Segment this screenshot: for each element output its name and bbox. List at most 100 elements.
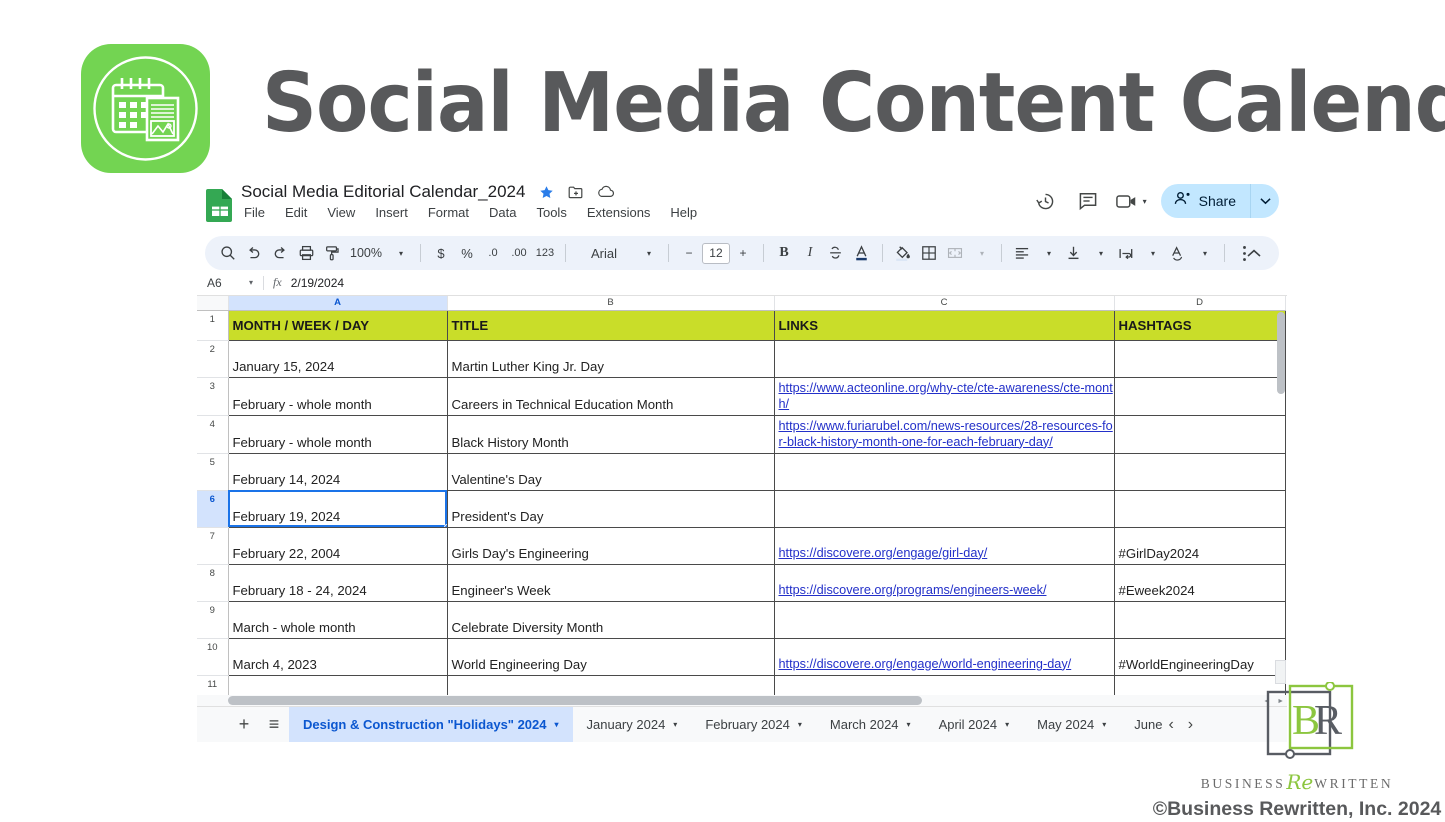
cell-d9[interactable] <box>1113 600 1286 639</box>
share-dropdown-caret-icon[interactable] <box>1251 184 1279 218</box>
comment-icon[interactable] <box>1074 187 1102 215</box>
chevron-right-icon[interactable]: › <box>1188 716 1193 734</box>
cell-b6[interactable]: President's Day <box>446 489 775 528</box>
decrease-decimal-button[interactable]: .0 <box>480 240 506 266</box>
cell-b10[interactable]: World Engineering Day <box>446 637 775 676</box>
link[interactable]: https://discovere.org/engage/world-engin… <box>779 657 1072 671</box>
row-header[interactable]: 7 <box>197 527 229 565</box>
link[interactable]: https://discovere.org/programs/engineers… <box>779 583 1047 597</box>
vertical-align-icon[interactable] <box>1061 240 1087 266</box>
history-clock-icon[interactable] <box>1032 187 1060 215</box>
row-header[interactable]: 4 <box>197 415 229 454</box>
more-formats-button[interactable]: 123 <box>532 240 558 266</box>
chevron-down-icon[interactable]: ▾ <box>673 720 677 729</box>
row-header[interactable]: 1 <box>197 310 229 341</box>
cell-d8[interactable]: #Eweek2024 <box>1113 563 1286 602</box>
cell-c3[interactable]: https://www.acteonline.org/why-cte/cte-a… <box>773 376 1115 416</box>
cell-a6[interactable]: February 19, 2024 <box>227 489 448 528</box>
cell-a1[interactable]: MONTH / WEEK / DAY <box>227 309 448 341</box>
fill-handle[interactable] <box>443 523 446 526</box>
menu-format[interactable]: Format <box>425 204 472 221</box>
link[interactable]: https://www.acteonline.org/why-cte/cte-a… <box>779 381 1113 411</box>
menu-view[interactable]: View <box>324 204 358 221</box>
cell-b7[interactable]: Girls Day's Engineering <box>446 526 775 565</box>
row-header[interactable]: 8 <box>197 564 229 602</box>
undo-icon[interactable] <box>241 240 267 266</box>
document-title[interactable]: Social Media Editorial Calendar_2024 <box>241 182 525 202</box>
zoom-dropdown-caret-icon[interactable]: ▾ <box>387 240 413 266</box>
row-header[interactable]: 10 <box>197 638 229 676</box>
column-header-c[interactable]: C <box>774 296 1115 311</box>
cell-c9[interactable] <box>773 600 1115 639</box>
menu-help[interactable]: Help <box>667 204 700 221</box>
share-button[interactable]: Share <box>1160 184 1279 218</box>
cell-c10[interactable]: https://discovere.org/engage/world-engin… <box>773 637 1115 676</box>
row-header[interactable]: 5 <box>197 453 229 491</box>
column-header-d[interactable]: D <box>1114 296 1286 311</box>
formula-input[interactable]: 2/19/2024 <box>291 276 344 290</box>
cell-b4[interactable]: Black History Month <box>446 414 775 454</box>
merge-cells-icon[interactable] <box>942 240 968 266</box>
increase-font-size-button[interactable]: + <box>730 240 756 266</box>
row-header[interactable]: 9 <box>197 601 229 639</box>
cell-d7[interactable]: #GirlDay2024 <box>1113 526 1286 565</box>
cell-b1[interactable]: TITLE <box>446 309 775 341</box>
redo-icon[interactable] <box>267 240 293 266</box>
chevron-down-icon[interactable]: ▾ <box>1141 197 1147 206</box>
name-box[interactable]: A6 <box>207 276 249 290</box>
merge-dropdown-caret-icon[interactable]: ▾ <box>968 240 994 266</box>
search-icon[interactable] <box>215 240 241 266</box>
chevron-down-icon[interactable]: ▾ <box>555 720 559 729</box>
fill-color-icon[interactable] <box>890 240 916 266</box>
cell-c4[interactable]: https://www.furiarubel.com/news-resource… <box>773 414 1115 454</box>
align-dropdown-caret-icon[interactable]: ▾ <box>1035 240 1061 266</box>
wrap-dropdown-caret-icon[interactable]: ▾ <box>1139 240 1165 266</box>
scroll-down-button[interactable] <box>1275 660 1286 684</box>
name-box-caret-icon[interactable]: ▾ <box>249 278 253 287</box>
text-color-icon[interactable] <box>849 240 875 266</box>
cell-c5[interactable] <box>773 452 1115 491</box>
cell-a4[interactable]: February - whole month <box>227 414 448 454</box>
spreadsheet-grid[interactable]: A B C D 1 MONTH / WEEK / DAY TITLE LINKS… <box>197 296 1287 706</box>
cell-d6[interactable] <box>1113 489 1286 528</box>
text-rotation-icon[interactable] <box>1165 240 1191 266</box>
sheet-tab-january-2024[interactable]: January 2024 ▾ <box>573 707 692 742</box>
menu-edit[interactable]: Edit <box>282 204 310 221</box>
cell-a8[interactable]: February 18 - 24, 2024 <box>227 563 448 602</box>
cell-d3[interactable] <box>1113 376 1286 416</box>
cell-c7[interactable]: https://discovere.org/engage/girl-day/ <box>773 526 1115 565</box>
cloud-saved-icon[interactable] <box>597 183 615 201</box>
valign-dropdown-caret-icon[interactable]: ▾ <box>1087 240 1113 266</box>
meet-video-button[interactable]: ▾ <box>1115 193 1147 210</box>
font-dropdown-caret-icon[interactable]: ▾ <box>635 240 661 266</box>
cell-b2[interactable]: Martin Luther King Jr. Day <box>446 339 775 378</box>
bold-button[interactable]: B <box>771 240 797 266</box>
currency-format-button[interactable]: $ <box>428 240 454 266</box>
cell-b3[interactable]: Careers in Technical Education Month <box>446 376 775 416</box>
row-header[interactable]: 6 <box>197 490 229 528</box>
sheet-tab-march-2024[interactable]: March 2024 ▾ <box>816 707 925 742</box>
zoom-level-value[interactable]: 100% <box>345 240 387 266</box>
cell-a7[interactable]: February 22, 2004 <box>227 526 448 565</box>
all-sheets-button[interactable]: ≡ <box>259 710 289 740</box>
chevron-down-icon[interactable]: ▾ <box>907 720 911 729</box>
sheet-tab-february-2024[interactable]: February 2024 ▾ <box>691 707 816 742</box>
cell-c6[interactable] <box>773 489 1115 528</box>
cell-c8[interactable]: https://discovere.org/programs/engineers… <box>773 563 1115 602</box>
link[interactable]: https://www.furiarubel.com/news-resource… <box>779 419 1113 449</box>
paint-format-icon[interactable] <box>319 240 345 266</box>
font-family-value[interactable]: Arial <box>573 240 635 266</box>
print-icon[interactable] <box>293 240 319 266</box>
chevron-down-icon[interactable]: ▾ <box>798 720 802 729</box>
text-wrap-icon[interactable] <box>1113 240 1139 266</box>
cell-c1[interactable]: LINKS <box>773 309 1115 341</box>
chevron-down-icon[interactable]: ▾ <box>1102 720 1106 729</box>
vertical-scrollbar[interactable] <box>1277 312 1285 394</box>
sheet-tab-april-2024[interactable]: April 2024 ▾ <box>925 707 1024 742</box>
add-sheet-button[interactable]: + <box>229 710 259 740</box>
chevron-down-icon[interactable]: ▾ <box>1005 720 1009 729</box>
cell-b8[interactable]: Engineer's Week <box>446 563 775 602</box>
cell-d10[interactable]: #WorldEngineeringDay <box>1113 637 1286 676</box>
cell-d5[interactable] <box>1113 452 1286 491</box>
share-main[interactable]: Share <box>1161 184 1250 218</box>
